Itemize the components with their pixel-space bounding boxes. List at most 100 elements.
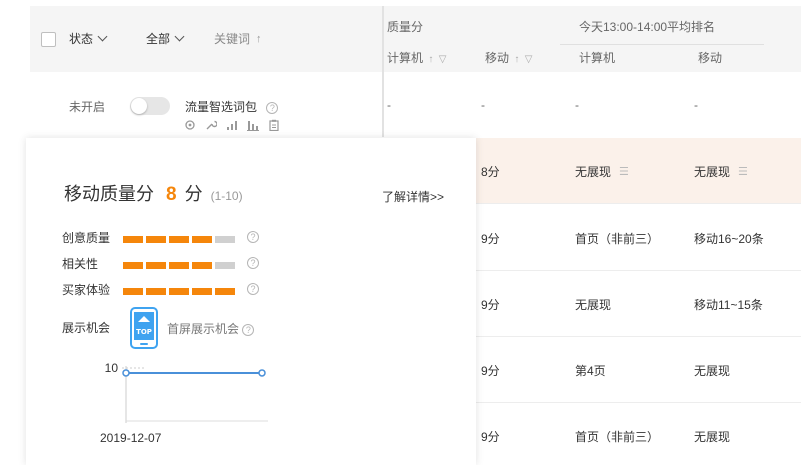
rank-mobile: 无展现 [694,429,731,444]
rank-mobile-text: 无展现 [694,164,731,179]
quality-score-popover: 移动质量分 8 分 (1-10) 了解详情>> 创意质量 ? 相关性 ? 买家体… [26,138,476,465]
table-row: 8分 无展现 ☰ 无展现 ☰ [476,138,801,204]
bar-segment-filled [169,288,189,295]
rank-group-header: 今天13:00-14:00平均排名 [579,20,716,34]
rank-pc: 第4页 [575,363,606,378]
table-row: 9分 首页（非前三） 无展现 [476,403,801,465]
status-filter-label: 状态 [69,32,94,46]
group-divider [560,44,764,45]
wrench-icon[interactable] [204,118,217,131]
bar-segment-empty [215,262,235,269]
keyword-name[interactable]: 流量智选词包 ? [185,98,279,115]
data-point [122,369,130,377]
quality-pc-column[interactable]: 计算机 ↑ ▽ [387,49,446,66]
mobile-quality-score: 9分 [481,231,500,246]
clipboard-icon[interactable] [267,118,280,131]
sort-up-icon[interactable]: ↑ [428,54,433,65]
table-row: 9分 首页（非前三） 移动16~20条 [476,205,801,271]
rank-pc: 首页（非前三） [575,429,660,444]
mobile-quality-score: 9分 [481,429,500,444]
bar-segment-empty [215,236,235,243]
keyword-table-view: 状态 全部 关键词 ↑ 质量分 今天13:00-14:00平均排名 计算机 ↑ … [0,0,801,465]
mobile-quality-score: 8分 [481,164,500,179]
trend-chart-icon[interactable] [225,118,238,131]
keyword-sort[interactable]: 关键词 ↑ [214,30,262,47]
chevron-down-icon [97,31,108,42]
rank-mobile: 移动11~15条 [694,297,763,312]
sort-up-icon: ↑ [256,32,262,45]
all-filter[interactable]: 全部 [146,30,185,47]
row1-rank-mobile: - [694,98,698,112]
popover-title-text: 移动质量分 [64,184,154,204]
metric-bars [123,262,235,269]
gear-icon[interactable] [183,118,196,131]
rank-mobile: 无展现 ☰ [694,138,748,204]
filter-icon[interactable]: ▽ [439,54,447,65]
filter-icon[interactable]: ▽ [525,54,533,65]
keyword-name-text: 流量智选词包 [185,100,258,114]
x-tick-label: 2019-12-07 [100,431,162,445]
quality-mobile-column[interactable]: 移动 ↑ ▽ [485,49,532,66]
bar-segment-filled [215,288,235,295]
help-icon[interactable]: ? [266,102,279,114]
score-trend-chart: 10 [105,361,268,423]
mobile-phone-icon: TOP [130,307,158,352]
svg-text:TOP: TOP [136,328,152,336]
quality-mobile-label: 移动 [485,51,510,65]
learn-more-link[interactable]: 了解详情>> [382,188,444,205]
bar-segment-filled [192,236,212,243]
help-icon[interactable]: ? [247,283,259,295]
rank-pc: 无展现 ☰ [575,138,629,204]
keyword-header-label: 关键词 [214,32,251,46]
show-chance-label: 展示机会 [62,321,111,335]
quality-pc-label: 计算机 [387,51,424,65]
mobile-quality-score: 9分 [481,297,500,312]
help-icon[interactable]: ? [242,324,255,336]
quality-group-header: 质量分 [387,20,424,34]
table-row: 9分 第4页 无展现 [476,337,801,403]
bar-segment-filled [192,262,212,269]
bar-segment-filled [123,262,143,269]
status-filter[interactable]: 状态 [69,30,108,47]
metric-label: 创意质量 [62,231,111,245]
metric-label: 相关性 [62,257,99,271]
y-tick-label: 10 [105,361,119,375]
first-screen-label: 首屏展示机会 [167,322,240,336]
rank-pc-text: 无展现 [575,164,612,179]
sort-up-icon[interactable]: ↑ [514,54,519,65]
row1-rank-pc: - [575,98,579,112]
bar-segment-filled [146,262,166,269]
data-point [258,369,266,377]
bar-segment-filled [146,288,166,295]
rank-pc-column: 计算机 [579,51,616,65]
popover-title: 移动质量分 8 分 (1-10) [64,180,243,206]
bar-segment-filled [192,288,212,295]
select-all-checkbox[interactable] [41,32,56,47]
list-sort-icon[interactable]: ☰ [619,165,629,178]
all-filter-label: 全部 [146,32,171,46]
bar-segment-filled [146,236,166,243]
bar-segment-filled [169,262,189,269]
rank-mobile: 无展现 [694,363,731,378]
score-range: (1-10) [210,189,243,203]
rank-mobile: 移动16~20条 [694,231,764,246]
bar-segment-filled [123,236,143,243]
metric-bars [123,288,235,295]
enable-toggle[interactable] [130,97,170,115]
row1-quality-pc: - [387,98,391,112]
bar-segment-filled [123,288,143,295]
table-row: 9分 无展现 移动11~15条 [476,271,801,337]
column-divider [382,6,384,137]
row-status: 未开启 [69,100,106,114]
row-tools [183,118,280,131]
rank-pc: 无展现 [575,297,612,312]
help-icon[interactable]: ? [247,257,259,269]
bar-chart-icon[interactable] [246,118,259,131]
metric-label: 买家体验 [62,283,111,297]
list-sort-icon[interactable]: ☰ [738,165,748,178]
help-icon[interactable]: ? [247,231,259,243]
row1-quality-mobile: - [481,98,485,112]
metric-bars [123,236,235,243]
rank-mobile-column: 移动 [698,51,723,65]
quality-score-value: 8 [166,184,177,205]
